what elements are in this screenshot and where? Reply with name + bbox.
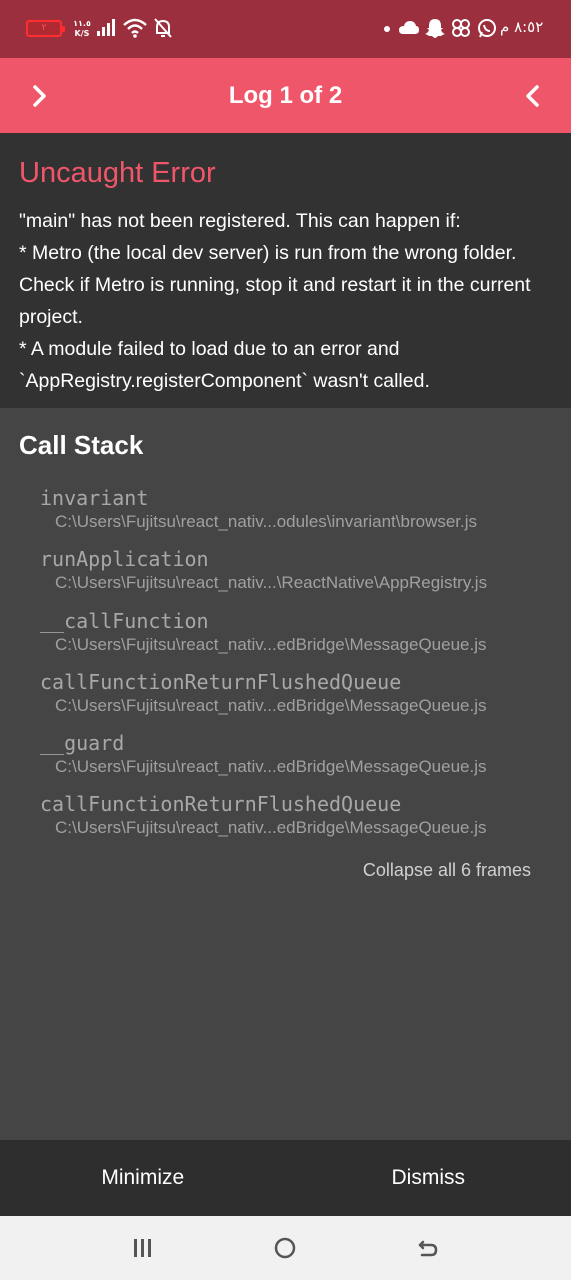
- footer-actions: Minimize Dismiss: [0, 1140, 571, 1216]
- wifi-icon: [123, 18, 147, 38]
- frame-name: __guard: [40, 731, 125, 756]
- frame-file: C:\Users\Fujitsu\react_nativ...edBridge\…: [55, 818, 487, 838]
- error-title: Uncaught Error: [19, 157, 216, 189]
- chevron-right-icon: [33, 85, 46, 107]
- mute-icon: [154, 18, 172, 38]
- recent-apps-icon[interactable]: [128, 1234, 156, 1262]
- call-stack-title: Call Stack: [19, 430, 144, 460]
- error-message: "main" has not been registered. This can…: [19, 210, 531, 392]
- frame-name: __callFunction: [40, 608, 209, 633]
- stack-frame[interactable]: runApplication C:\Users\Fujitsu\react_na…: [40, 546, 560, 607]
- stack-frame[interactable]: __callFunction C:\Users\Fujitsu\react_na…: [40, 608, 560, 669]
- cloud-icon: [399, 21, 419, 34]
- battery-level: ٢: [41, 23, 47, 33]
- network-speed-unit: K/S: [74, 29, 90, 38]
- battery-icon: ٢: [26, 20, 65, 37]
- dot-icon: [384, 26, 390, 32]
- stack-frame[interactable]: callFunctionReturnFlushedQueue C:\Users\…: [40, 669, 560, 730]
- share-icon: [452, 19, 470, 37]
- signal-icon: [97, 19, 115, 36]
- call-stack-frames: invariant C:\Users\Fujitsu\react_nativ..…: [40, 485, 560, 853]
- log-header: Log 1 of 2: [0, 58, 571, 133]
- next-log-button[interactable]: [22, 78, 58, 114]
- frame-name: callFunctionReturnFlushedQueue: [40, 669, 402, 694]
- frame-file: C:\Users\Fujitsu\react_nativ...edBridge\…: [55, 757, 487, 777]
- prev-log-button[interactable]: [514, 78, 550, 114]
- stack-frame[interactable]: invariant C:\Users\Fujitsu\react_nativ..…: [40, 485, 560, 546]
- minimize-button[interactable]: Minimize: [0, 1140, 286, 1216]
- whatsapp-icon: [478, 19, 496, 38]
- frame-name: runApplication: [40, 547, 209, 572]
- chevron-left-icon: [526, 85, 539, 107]
- error-section: Uncaught Error "main" has not been regis…: [0, 133, 571, 408]
- frame-file: C:\Users\Fujitsu\react_nativ...odules\in…: [55, 512, 478, 531]
- network-speed: ١١.٥ K/S: [72, 19, 92, 39]
- dismiss-button[interactable]: Dismiss: [286, 1140, 571, 1216]
- system-nav-bar: [0, 1216, 571, 1280]
- frame-name: invariant: [40, 486, 149, 510]
- network-speed-value: ١١.٥: [73, 19, 91, 28]
- stack-frame[interactable]: __guard C:\Users\Fujitsu\react_nativ...e…: [40, 730, 560, 791]
- frame-file: C:\Users\Fujitsu\react_nativ...edBridge\…: [55, 634, 487, 654]
- back-icon[interactable]: [414, 1234, 442, 1262]
- frame-file: C:\Users\Fujitsu\react_nativ...\ReactNat…: [55, 573, 488, 593]
- frame-file: C:\Users\Fujitsu\react_nativ...edBridge\…: [55, 695, 487, 715]
- home-icon[interactable]: [271, 1234, 299, 1262]
- frame-name: callFunctionReturnFlushedQueue: [40, 792, 402, 817]
- log-title: Log 1 of 2: [228, 82, 343, 109]
- collapse-frames-button[interactable]: Collapse all 6 frames: [363, 860, 531, 881]
- stack-frame[interactable]: callFunctionReturnFlushedQueue C:\Users\…: [40, 791, 560, 852]
- snapchat-icon: [425, 19, 445, 38]
- status-bar: ٢ ١١.٥ K/S ٨:٥٢ م: [0, 0, 571, 58]
- clock: ٨:٥٢ م: [500, 18, 544, 36]
